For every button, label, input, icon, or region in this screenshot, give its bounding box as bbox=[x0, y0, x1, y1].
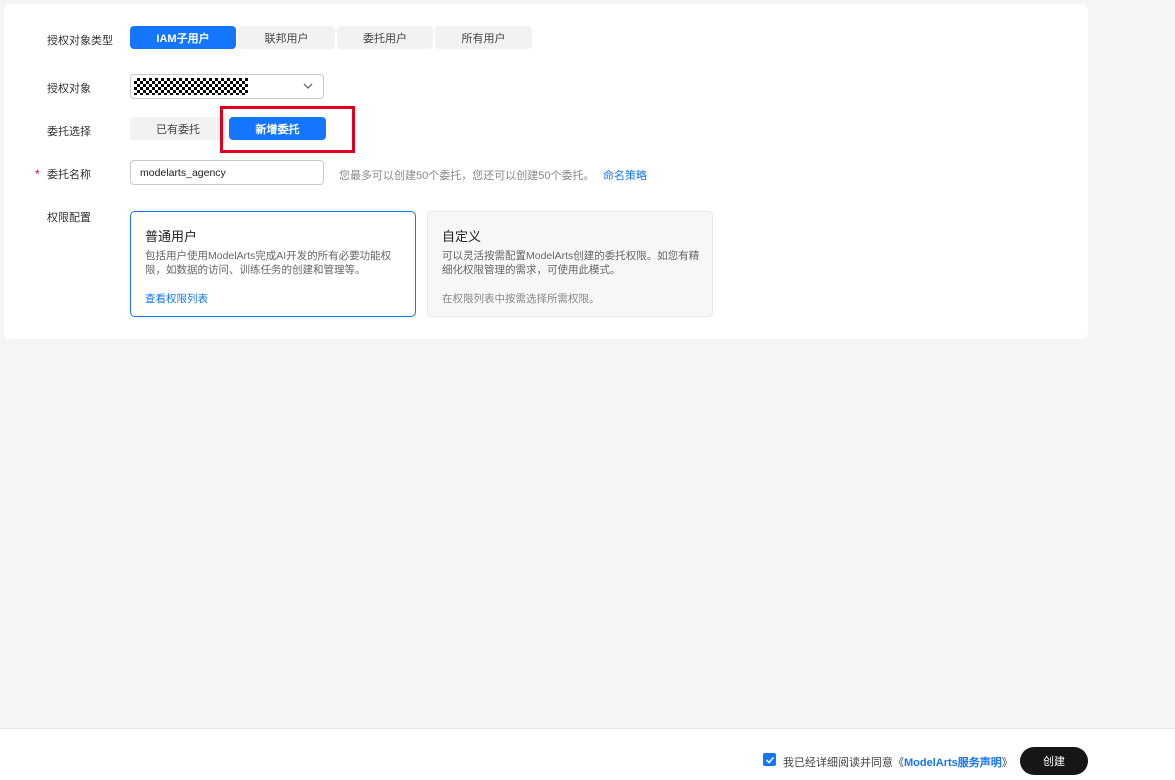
agreement-suffix: 》 bbox=[1001, 757, 1013, 769]
naming-policy-link[interactable]: 命名策略 bbox=[603, 167, 647, 183]
required-mark: * bbox=[35, 167, 40, 181]
agreement-text: 我已经详细阅读并同意《ModelArts服务声明》 bbox=[783, 754, 1013, 770]
redacted-value bbox=[134, 78, 248, 95]
card-footer-note: 在权限列表中按需选择所需权限。 bbox=[442, 293, 600, 305]
permission-card-normal-user[interactable]: 普通用户 包括用户使用ModelArts完成AI开发的所有必要功能权限，如数据的… bbox=[130, 211, 416, 317]
permission-label: 权限配置 bbox=[47, 212, 91, 224]
option-all-users[interactable]: 所有用户 bbox=[435, 26, 532, 49]
card-description: 可以灵活按需配置ModelArts创建的委托权限。如您有精细化权限管理的需求，可… bbox=[442, 250, 700, 276]
target-type-label: 授权对象类型 bbox=[47, 35, 113, 47]
card-title: 普通用户 bbox=[145, 229, 198, 244]
agree-checkbox[interactable] bbox=[763, 753, 776, 766]
target-label: 授权对象 bbox=[47, 83, 91, 95]
option-federated-user[interactable]: 联邦用户 bbox=[238, 26, 335, 49]
agency-quota-hint: 您最多可以创建50个委托，您还可以创建50个委托。 bbox=[339, 170, 595, 182]
agency-name-input[interactable] bbox=[130, 160, 324, 185]
check-icon bbox=[765, 756, 774, 764]
target-select[interactable] bbox=[130, 74, 324, 99]
bottom-action-bar: 我已经详细阅读并同意《ModelArts服务声明》 创建 bbox=[0, 728, 1175, 780]
chevron-down-icon bbox=[303, 83, 313, 89]
option-iam-user[interactable]: IAM子用户 bbox=[130, 26, 236, 49]
permission-form-card: 授权对象类型 IAM子用户 联邦用户 委托用户 所有用户 授权对象 委托选择 已… bbox=[4, 4, 1088, 339]
card-title: 自定义 bbox=[442, 229, 482, 244]
service-statement-link[interactable]: ModelArts服务声明 bbox=[904, 757, 1002, 769]
permission-card-custom[interactable]: 自定义 可以灵活按需配置ModelArts创建的委托权限。如您有精细化权限管理的… bbox=[427, 211, 713, 317]
highlight-box bbox=[220, 106, 355, 153]
agreement-prefix: 我已经详细阅读并同意《 bbox=[783, 757, 904, 769]
agency-choice-label: 委托选择 bbox=[47, 126, 91, 138]
card-description: 包括用户使用ModelArts完成AI开发的所有必要功能权限，如数据的访问、训练… bbox=[145, 250, 392, 276]
agency-name-label: 委托名称 bbox=[47, 169, 91, 181]
view-permission-list-link[interactable]: 查看权限列表 bbox=[145, 291, 208, 306]
option-agency-user[interactable]: 委托用户 bbox=[337, 26, 433, 49]
option-existing-agency[interactable]: 已有委托 bbox=[130, 117, 226, 140]
create-button[interactable]: 创建 bbox=[1020, 747, 1088, 775]
